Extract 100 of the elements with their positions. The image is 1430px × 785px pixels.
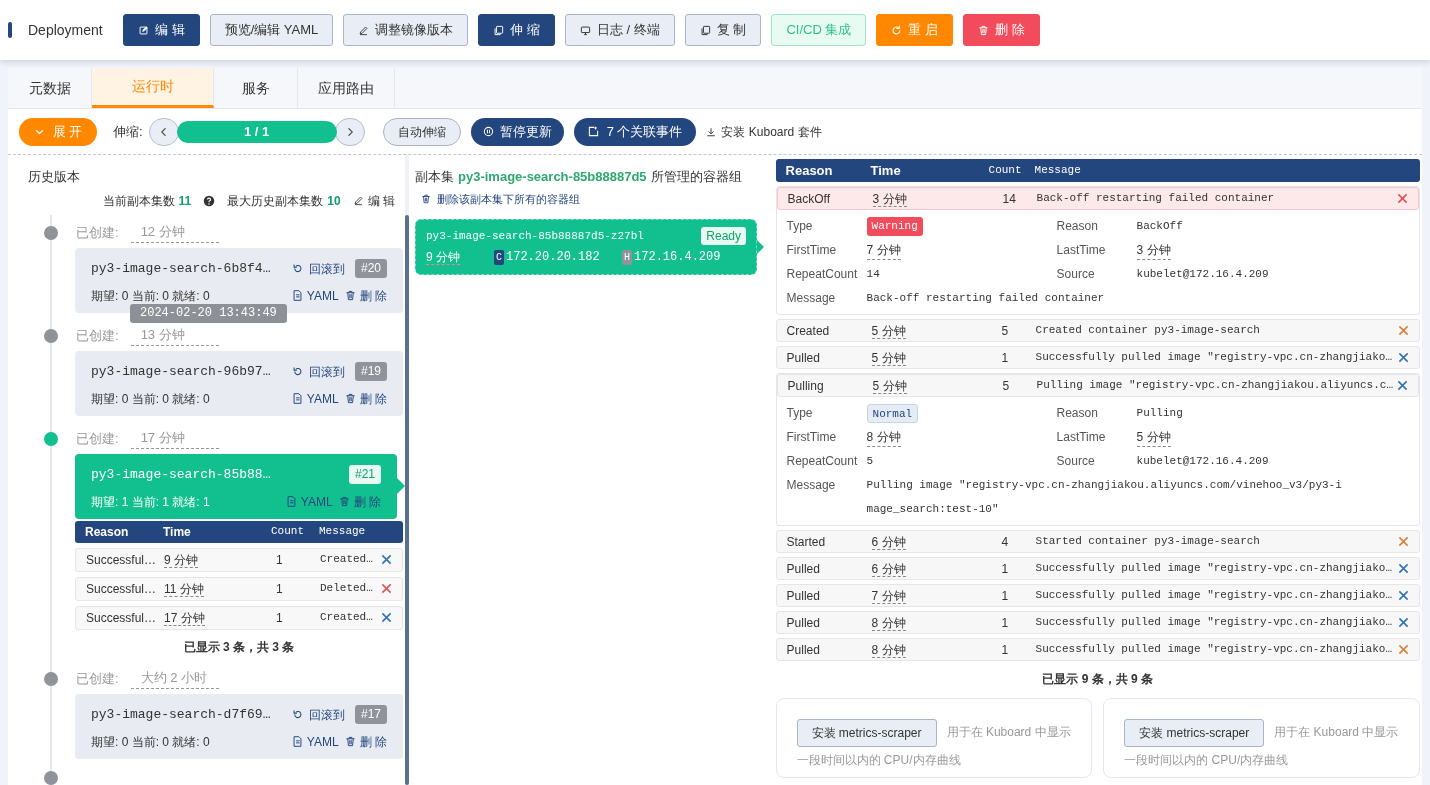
detail-value: Pulling image "registry-vpc.cn-zhangjiakou.aliyuncs.com/vinehoo_v3/py3-image_search:test-10": [866, 478, 1343, 517]
event-row[interactable]: BackOff 3 分钟 14 Back-off restarting failed container: [776, 187, 1419, 210]
yaml-link[interactable]: YAML: [285, 492, 333, 511]
toolbar-button[interactable]: 删 除: [963, 14, 1040, 46]
status-tag: Ready: [701, 227, 746, 245]
event-row[interactable]: Pulling 5 分钟 5 Pulling image "registry-vpc.cn-zhangjiakou.aliyuncs.c…: [776, 374, 1419, 397]
detail-value: kubelet@172.16.4.209: [1136, 453, 1269, 469]
pod-card[interactable]: py3-image-search-85b88887d5-z27bl Ready 9 分钟 C 172.20.20.182 H 172.16.4.209: [415, 219, 757, 275]
close-icon[interactable]: [1398, 325, 1409, 336]
increase-button[interactable]: [334, 117, 365, 146]
yaml-link[interactable]: YAML: [291, 732, 339, 751]
install-link[interactable]: 安装 Kuboard 套件: [706, 122, 822, 141]
event-row[interactable]: Created 5 分钟 5 Created container py3-image-search: [775, 319, 1420, 342]
revision-card[interactable]: py3-image-search-85b88… #21 期望: 1 当前: 1 就绪: 1 YAML 删 除: [75, 453, 397, 519]
delete-link[interactable]: 删 除: [344, 286, 387, 305]
undo-icon: [291, 709, 303, 720]
event-row[interactable]: Pulled 7 分钟 1 Successfully pulled image "registry-vpc.cn-zhangjiako…: [775, 584, 1420, 607]
close-icon[interactable]: [1397, 380, 1408, 391]
event-reason: Pulled: [786, 614, 821, 632]
yaml-link[interactable]: YAML: [291, 286, 339, 305]
event-row[interactable]: Pulled 8 分钟 1 Successfully pulled image "registry-vpc.cn-zhangjiako…: [775, 611, 1420, 634]
close-icon[interactable]: [381, 612, 392, 623]
event-reason: BackOff: [787, 190, 831, 208]
revision-tag: #21: [348, 465, 381, 484]
event-time: 5 分钟: [871, 350, 906, 366]
event-row[interactable]: Successful… 11 分钟 1 Deleted…: [75, 576, 403, 601]
detail-value: BackOff: [1136, 218, 1183, 234]
replicaset-name: py3-image-search-96b97…: [91, 362, 271, 381]
edit-link[interactable]: 编 辑: [352, 191, 395, 210]
auto-scale-button[interactable]: 自动伸缩: [382, 117, 461, 146]
revision-card[interactable]: py3-image-search-96b97… 回滚到 #19 期望: 0 当前: 0 就绪: 0 YAML 删 除: [75, 350, 403, 416]
column-header: Message: [319, 524, 367, 540]
created-label: 已创建:: [76, 223, 119, 242]
event-message: Started container py3-image-search: [1035, 534, 1261, 550]
install-metrics-button[interactable]: 安装 metrics-scraper: [1124, 719, 1265, 747]
install-metrics-button[interactable]: 安装 metrics-scraper: [796, 719, 937, 747]
event-row[interactable]: Pulled 6 分钟 1 Successfully pulled image "registry-vpc.cn-zhangjiako…: [775, 557, 1420, 580]
close-icon[interactable]: [1398, 590, 1409, 601]
event-reason: Created: [786, 322, 831, 340]
toolbar-button[interactable]: 日志 / 终端: [564, 14, 675, 46]
event-reason: Pulling: [787, 377, 825, 395]
document-icon: [291, 736, 303, 747]
close-icon[interactable]: [381, 554, 392, 565]
section-title: 历史版本: [28, 168, 81, 186]
replica-stats: 期望: 0 当前: 0 就绪: 0: [91, 390, 210, 408]
scrollbar[interactable]: [405, 215, 409, 785]
rollback-link[interactable]: 回滚到: [291, 362, 345, 381]
toolbar-button[interactable]: 调整镜像版本: [343, 14, 469, 46]
events-button[interactable]: 7 个关联事件: [573, 117, 697, 146]
tab[interactable]: 服务: [214, 68, 298, 108]
delete-link[interactable]: 删 除: [344, 389, 387, 408]
detail-label: FirstTime: [786, 429, 838, 446]
edit-icon: [138, 24, 149, 36]
event-row[interactable]: Pulled 5 分钟 1 Successfully pulled image "registry-vpc.cn-zhangjiako…: [775, 346, 1420, 369]
rollback-link[interactable]: 回滚到: [291, 705, 345, 724]
close-icon[interactable]: [1398, 536, 1409, 547]
column-header: Message: [1034, 163, 1082, 179]
delete-link[interactable]: 删 除: [344, 732, 387, 751]
delete-all-link[interactable]: 删除该副本集下所有的容器组: [421, 190, 766, 207]
tooltip: 2024-02-20 13:43:49: [130, 303, 287, 323]
event-row[interactable]: Pulled 8 分钟 1 Successfully pulled image "registry-vpc.cn-zhangjiako…: [775, 638, 1420, 661]
toolbar-button[interactable]: 编 辑: [123, 14, 200, 46]
tab[interactable]: 应用路由: [298, 68, 395, 108]
host-ip: 172.16.4.209: [634, 249, 721, 266]
event-time: 9 分钟: [164, 552, 198, 568]
column-header: Count: [988, 163, 1023, 179]
event-time: 5 分钟: [871, 323, 906, 339]
column-header: Reason: [785, 161, 834, 180]
event-time: 3 分钟: [872, 191, 907, 207]
event-message: Successfully pulled image "registry-vpc.cn-zhangjiako…: [1035, 642, 1393, 658]
close-icon[interactable]: [1397, 193, 1408, 204]
yaml-link[interactable]: YAML: [291, 389, 339, 408]
metrics-hint: 安装 metrics-scraper 用于在 Kuboard 中显示一段时间以内的 CPU/内存曲线: [796, 719, 1072, 773]
column-header: Time: [870, 161, 902, 180]
event-row[interactable]: Successful… 9 分钟 1 Created…: [75, 547, 403, 572]
delete-link[interactable]: 删 除: [338, 492, 381, 511]
revision-card[interactable]: py3-image-search-d7f69… 回滚到 #17 期望: 0 当前: 0 就绪: 0 YAML 删 除: [75, 693, 403, 759]
toolbar-button[interactable]: 复 制: [684, 14, 762, 46]
document-icon: [291, 290, 303, 301]
event-row[interactable]: Successful… 17 分钟 1 Created…: [75, 605, 403, 630]
replica-count: 11: [178, 192, 192, 210]
event-count: 14: [1001, 190, 1017, 208]
close-icon[interactable]: [1398, 644, 1409, 655]
event-time: 8 分钟: [871, 615, 906, 631]
toolbar-button[interactable]: 预览/编辑 YAML: [209, 14, 334, 46]
event-count: 1: [1000, 349, 1010, 367]
toolbar-button[interactable]: 伸 缩: [478, 14, 555, 46]
close-icon[interactable]: [1398, 352, 1409, 363]
event-reason: Successful…: [86, 609, 158, 627]
host-ip-tag: H: [622, 249, 633, 265]
close-icon[interactable]: [381, 583, 392, 594]
event-row[interactable]: Started 6 分钟 4 Started container py3-image-search: [775, 530, 1420, 553]
close-icon[interactable]: [1398, 617, 1409, 628]
close-icon[interactable]: [1398, 563, 1409, 574]
decrease-button[interactable]: [148, 117, 179, 146]
trash-icon: [421, 193, 431, 204]
event-reason: Started: [786, 533, 827, 551]
rollback-link[interactable]: 回滚到: [291, 259, 345, 278]
pause-button[interactable]: 暂停更新: [470, 117, 564, 146]
revision-tag: #19: [354, 362, 387, 381]
